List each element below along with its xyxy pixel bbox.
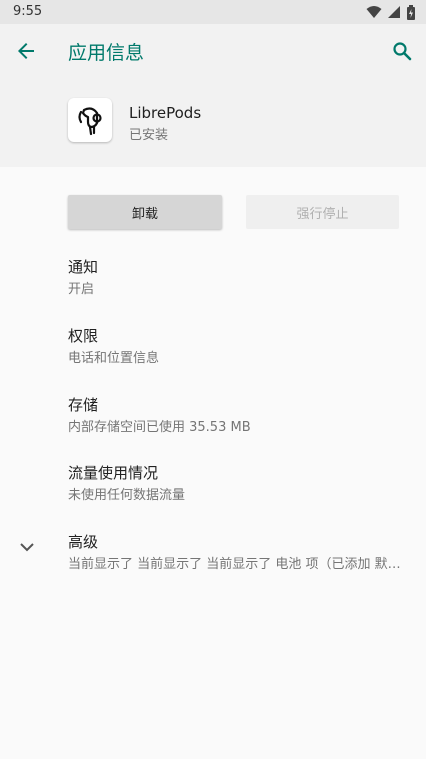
status-bar: 9:55 [0, 0, 426, 24]
search-button[interactable] [388, 37, 416, 65]
pref-summary: 内部存储空间已使用 35.53 MB [68, 420, 251, 435]
app-install-status: 已安装 [129, 128, 169, 143]
wifi-icon [366, 6, 382, 18]
pref-title: 存储 [68, 396, 99, 414]
battery-icon [407, 4, 415, 20]
pref-advanced[interactable]: 高级 当前显示了 当前显示了 当前显示了 电池 项（已添加 默认... [0, 531, 426, 600]
search-icon [393, 42, 412, 61]
app-icon [68, 98, 112, 142]
pref-data-usage[interactable]: 流量使用情况 未使用任何数据流量 [0, 462, 426, 531]
pref-summary: 当前显示了 当前显示了 当前显示了 电池 项（已添加 默认... [68, 557, 410, 572]
page-title: 应用信息 [68, 42, 145, 64]
arrow-back-icon [18, 43, 34, 59]
signal-icon [388, 6, 400, 18]
pref-title: 流量使用情况 [68, 464, 159, 482]
app-name: LibrePods [129, 104, 202, 122]
pref-summary: 开启 [68, 282, 95, 297]
pref-storage[interactable]: 存储 内部存储空间已使用 35.53 MB [0, 394, 426, 463]
back-button[interactable] [12, 37, 40, 65]
pref-summary: 电话和位置信息 [68, 351, 160, 366]
status-icons [366, 4, 416, 20]
pref-notifications[interactable]: 通知 开启 [0, 256, 426, 325]
force-stop-button[interactable]: 强行停止 [246, 195, 399, 229]
earbud-icon [78, 107, 102, 136]
pref-title: 高级 [68, 533, 99, 551]
status-time: 9:55 [13, 4, 43, 19]
app-bar: 应用信息 [0, 24, 426, 76]
pref-permissions[interactable]: 权限 电话和位置信息 [0, 325, 426, 394]
app-header: LibrePods 已安装 [0, 76, 426, 167]
pref-title: 通知 [68, 258, 99, 276]
uninstall-button[interactable]: 卸载 [68, 195, 222, 229]
chevron-down-icon [20, 543, 34, 552]
pref-title: 权限 [68, 327, 99, 345]
pref-summary: 未使用任何数据流量 [68, 488, 186, 503]
